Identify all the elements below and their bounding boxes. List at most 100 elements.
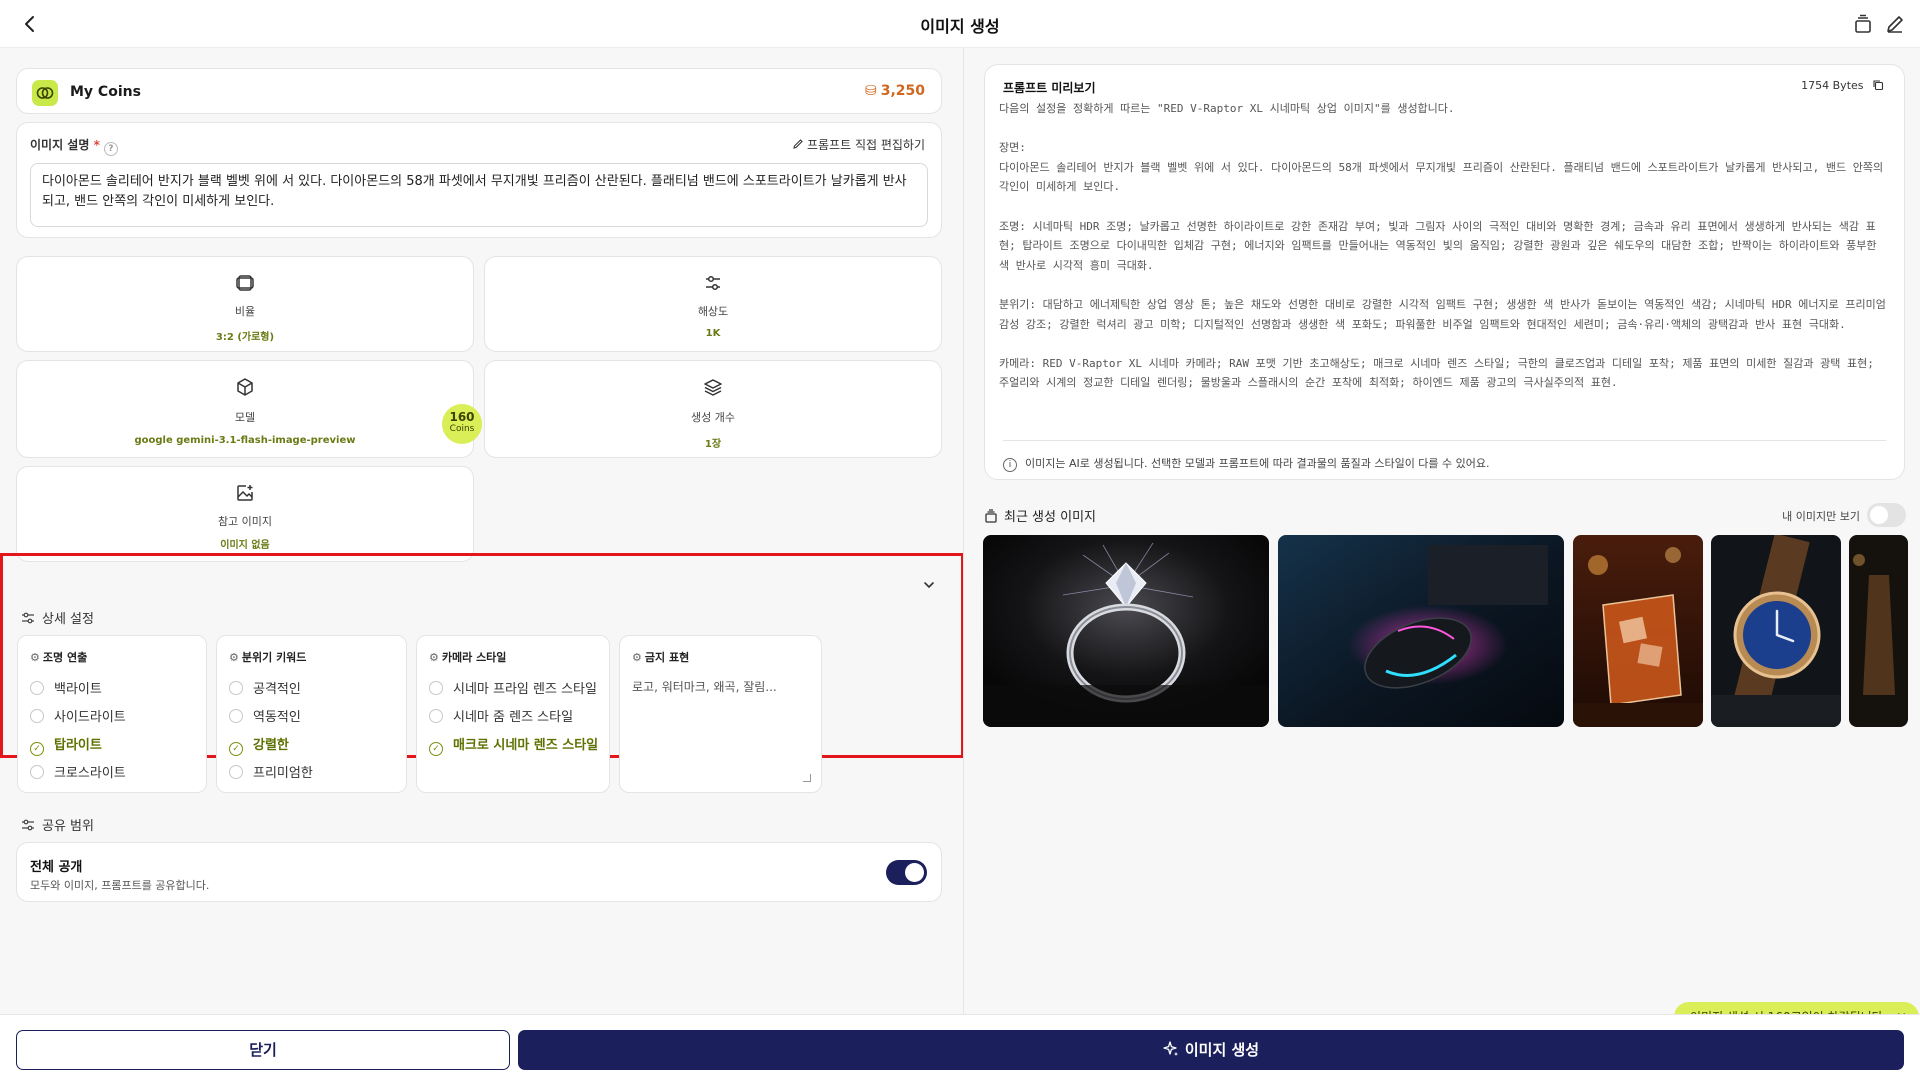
- camera-option-selected[interactable]: ✓ 매크로 시네마 렌즈 스타일: [429, 734, 598, 756]
- help-icon[interactable]: ?: [103, 142, 118, 156]
- camera-option-label: 시네마 프라임 렌즈 스타일: [453, 682, 597, 697]
- gear-icon: ⚙: [429, 651, 439, 664]
- lighting-title: ⚙ 조명 연출: [30, 649, 87, 665]
- description-card: 이미지 설명 *? 프롬프트 직접 편집하기 다이아몬드 솔리테어 반지가 블랙…: [16, 122, 942, 238]
- description-textarea[interactable]: 다이아몬드 솔리테어 반지가 블랙 벨벳 위에 서 있다. 다이아몬드의 58개…: [30, 163, 928, 227]
- recent-image-ring[interactable]: [983, 535, 1269, 727]
- radio-icon: [30, 709, 44, 723]
- mood-option-selected[interactable]: ✓ 강렬한: [229, 734, 289, 756]
- resize-handle-icon[interactable]: [803, 774, 811, 782]
- gear-icon: ⚙: [632, 651, 642, 664]
- coin-logo-icon: [32, 80, 58, 106]
- camera-option[interactable]: 시네마 프라임 렌즈 스타일: [429, 678, 597, 697]
- cube-icon: [237, 378, 253, 396]
- pencil-icon: [793, 139, 803, 149]
- count-value: 1장: [704, 439, 722, 450]
- camera-option-label: 매크로 시네마 렌즈 스타일: [453, 738, 599, 753]
- coins-amount: ⛁ 3,250: [865, 83, 925, 99]
- gear-icon: ⚙: [229, 651, 239, 664]
- share-desc: 모두와 이미지, 프롬프트를 공유합니다.: [30, 879, 210, 892]
- coins-card: My Coins ⛁ 3,250: [16, 68, 942, 114]
- aspect-ratio-icon: [236, 275, 254, 291]
- lighting-option-label: 사이드라이트: [54, 710, 126, 725]
- toggle-knob: [1870, 506, 1888, 524]
- share-card: 전체 공개 모두와 이미지, 프롬프트를 공유합니다.: [16, 842, 942, 902]
- camera-option[interactable]: 시네마 줌 렌즈 스타일: [429, 706, 573, 725]
- prompt-preview-text: 다음의 설정을 정확하게 따르는 "RED V-Raptor XL 시네마틱 상…: [999, 102, 1886, 390]
- count-option[interactable]: 생성 개수 1장: [484, 360, 942, 458]
- recent-title-text: 최근 생성 이미지: [1004, 510, 1096, 525]
- model-value: google gemini-3.1-flash-image-preview: [134, 435, 356, 446]
- generate-label: 이미지 생성: [1184, 1041, 1260, 1059]
- recent-image-whiskey[interactable]: [1573, 535, 1703, 727]
- lighting-option[interactable]: 백라이트: [30, 678, 102, 697]
- check-circle-icon: ✓: [229, 742, 243, 756]
- mood-option[interactable]: 프리미엄한: [229, 762, 313, 781]
- mood-option[interactable]: 역동적인: [229, 706, 301, 725]
- share-title: 전체 공개: [30, 860, 83, 875]
- radio-icon: [429, 681, 443, 695]
- ratio-value: 3:2 (가로형): [215, 332, 275, 343]
- gear-icon: ⚙: [30, 651, 40, 664]
- cost-badge: 160 Coins: [442, 404, 482, 444]
- lighting-title-text: 조명 연출: [42, 651, 88, 664]
- edit-pencil-icon[interactable]: [1884, 13, 1906, 35]
- description-label-text: 이미지 설명: [30, 138, 90, 152]
- count-name: 생성 개수: [691, 411, 735, 424]
- detail-settings-title: 상세 설정: [21, 608, 94, 627]
- description-label: 이미지 설명 *?: [30, 136, 118, 156]
- banned-textarea[interactable]: 로고, 워터마크, 왜곡, 잘림...: [632, 678, 810, 782]
- required-mark: *: [93, 138, 100, 152]
- model-name: 모델: [234, 411, 256, 424]
- lighting-option-selected[interactable]: ✓ 탑라이트: [30, 734, 102, 756]
- cost-badge-unit: Coins: [449, 424, 475, 434]
- mood-option[interactable]: 공격적인: [229, 678, 301, 697]
- camera-card: ⚙ 카메라 스타일 시네마 프라임 렌즈 스타일 시네마 줌 렌즈 스타일 ✓ 매크…: [416, 635, 610, 793]
- lighting-option[interactable]: 크로스라이트: [30, 762, 126, 781]
- image-add-icon: [237, 485, 253, 501]
- layers-icon: [704, 379, 722, 396]
- ai-notice-text: 이미지는 AI로 생성됩니다. 선택한 모델과 프롬프트에 따라 결과물의 품질…: [1025, 457, 1490, 470]
- ratio-name: 비율: [234, 305, 256, 318]
- prompt-preview-card: 프롬프트 미리보기 1754 Bytes 다음의 설정을 정확하게 따르는 "R…: [984, 64, 1905, 480]
- gallery-stack-icon[interactable]: [1852, 13, 1874, 35]
- mood-option-label: 역동적인: [253, 710, 301, 725]
- generate-button[interactable]: 이미지 생성: [518, 1030, 1904, 1070]
- camera-title: ⚙ 카메라 스타일: [429, 649, 506, 665]
- reference-image-option[interactable]: 참고 이미지 이미지 없음: [16, 466, 474, 562]
- mood-title-text: 분위기 키워드: [241, 651, 307, 664]
- public-toggle[interactable]: [886, 860, 927, 885]
- copy-bytes[interactable]: 1754 Bytes: [1801, 79, 1884, 92]
- ratio-option[interactable]: 비율 3:2 (가로형): [16, 256, 474, 352]
- camera-title-text: 카메라 스타일: [441, 651, 507, 664]
- top-bar: 이미지 생성: [0, 0, 1920, 48]
- edit-prompt-link[interactable]: 프롬프트 직접 편집하기: [792, 136, 925, 153]
- model-option[interactable]: 모델 google gemini-3.1-flash-image-preview: [16, 360, 474, 458]
- close-button[interactable]: 닫기: [16, 1030, 510, 1070]
- ai-notice: i 이미지는 AI로 생성됩니다. 선택한 모델과 프롬프트에 따라 결과물의 품…: [1003, 455, 1490, 472]
- lighting-option-label: 크로스라이트: [54, 766, 126, 781]
- check-circle-icon: ✓: [429, 742, 443, 756]
- recent-images-title: 최근 생성 이미지: [984, 506, 1096, 525]
- lighting-option[interactable]: 사이드라이트: [30, 706, 126, 725]
- mood-option-label: 공격적인: [253, 682, 301, 697]
- mood-card: ⚙ 분위기 키워드 공격적인 역동적인 ✓ 강렬한 프리미엄한: [216, 635, 407, 793]
- gallery-stack-icon: [985, 509, 997, 523]
- byte-count: 1754 Bytes: [1801, 79, 1864, 92]
- sparkle-icon: [1163, 1041, 1178, 1056]
- cost-badge-number: 160: [449, 410, 475, 424]
- radio-icon: [429, 709, 443, 723]
- sliders-icon: [22, 612, 34, 624]
- recent-image-watch[interactable]: [1711, 535, 1841, 727]
- detail-settings-title-text: 상세 설정: [42, 612, 94, 627]
- copy-icon: [1873, 80, 1884, 91]
- resolution-option[interactable]: 해상도 1K: [484, 256, 942, 352]
- sliders-icon: [22, 819, 34, 831]
- recent-image-mouse[interactable]: [1278, 535, 1564, 727]
- divider: [1003, 440, 1886, 441]
- lighting-option-label: 탑라이트: [54, 738, 102, 753]
- radio-icon: [30, 765, 44, 779]
- recent-image-partial[interactable]: [1849, 535, 1908, 727]
- mine-only-toggle[interactable]: [1867, 503, 1906, 527]
- radio-icon: [229, 709, 243, 723]
